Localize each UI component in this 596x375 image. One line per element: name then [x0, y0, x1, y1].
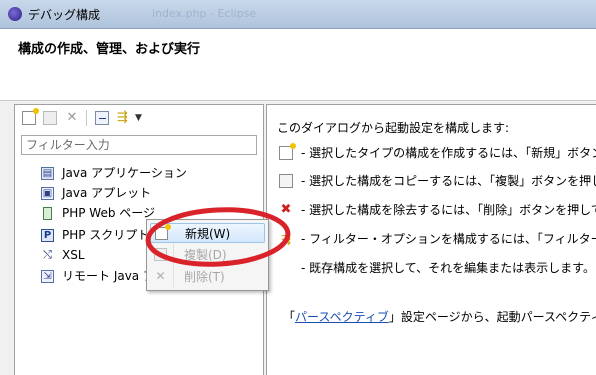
tree-item-label: Java アプレット — [62, 186, 152, 200]
xsl-icon: ⤭ — [43, 248, 52, 261]
filter-icon: ⇶ — [280, 232, 292, 246]
tree-item-label: PHP Web ページ — [62, 206, 156, 220]
help-text: - 選択した構成をコピーするには、「複製」ボタンを押し — [301, 174, 596, 188]
menu-item-new[interactable]: 新規(W) — [150, 223, 265, 243]
java-application-icon: ▤ — [41, 167, 54, 180]
help-text: - 選択した構成を除去するには、「削除」ボタンを押して — [301, 203, 596, 217]
new-icon — [279, 143, 296, 160]
new-icon — [155, 224, 171, 240]
dialog-header: 構成の作成、管理、および実行 — [0, 29, 596, 101]
filter-input[interactable] — [21, 135, 257, 155]
intro-text: このダイアログから起動設定を構成します: — [277, 121, 510, 135]
perspective-note: 「パースペクティブ」設定ページから、起動パースペクティブ — [283, 308, 596, 325]
eclipse-icon — [8, 7, 22, 21]
filter-icon[interactable]: ⇶ — [117, 111, 131, 125]
footer-prefix: 「 — [283, 310, 296, 324]
help-text: - 選択したタイプの構成を作成するには、「新規」ボタン — [301, 146, 596, 160]
duplicate-icon — [154, 248, 167, 261]
help-text: - 既存構成を選択して、それを編集または表示します。 — [301, 261, 595, 275]
menu-item-delete[interactable]: ✕ 削除(T) — [150, 267, 265, 287]
duplicate-icon[interactable] — [43, 111, 57, 125]
toolbar-separator — [86, 110, 87, 126]
java-applet-icon: ▣ — [41, 187, 54, 200]
header-title: 構成の作成、管理、および実行 — [18, 42, 201, 57]
new-config-icon[interactable] — [22, 108, 39, 125]
menu-item-duplicate[interactable]: 複製(D) — [150, 245, 265, 265]
remote-java-icon: ⇲ — [41, 270, 54, 283]
menu-item-label: 削除(T) — [184, 270, 225, 284]
perspective-link[interactable]: パースペクティブ — [295, 310, 389, 324]
footer-suffix: 」設定ページから、起動パースペクティブ — [388, 310, 596, 324]
window-title: デバッグ構成 — [28, 8, 101, 22]
collapse-all-icon[interactable] — [95, 111, 109, 125]
php-web-page-icon — [43, 207, 52, 220]
view-menu-icon[interactable]: ▼ — [135, 111, 145, 125]
help-pane: このダイアログから起動設定を構成します: - 選択したタイプの構成を作成するには… — [266, 104, 596, 375]
delete-icon: ✕ — [155, 269, 166, 283]
duplicate-icon — [279, 174, 293, 188]
php-script-icon: P — [41, 229, 54, 242]
background-window-title: index.php - Eclipse — [152, 7, 257, 20]
menu-item-label: 新規(W) — [185, 227, 231, 241]
tree-item-label: PHP スクリプト — [62, 228, 150, 242]
tree-item-label: XSL — [62, 248, 85, 262]
tree-item-label: Java アプリケーション — [62, 166, 187, 180]
title-bar: デバッグ構成 index.php - Eclipse — [0, 0, 596, 29]
help-text: - フィルター・オプションを構成するには、「フィルター — [301, 232, 596, 246]
delete-icon[interactable]: ✕ — [65, 111, 79, 125]
menu-item-label: 複製(D) — [184, 248, 227, 262]
context-menu: 新規(W) 複製(D) ✕ 削除(T) — [146, 219, 269, 291]
delete-icon: ✖ — [280, 202, 292, 217]
